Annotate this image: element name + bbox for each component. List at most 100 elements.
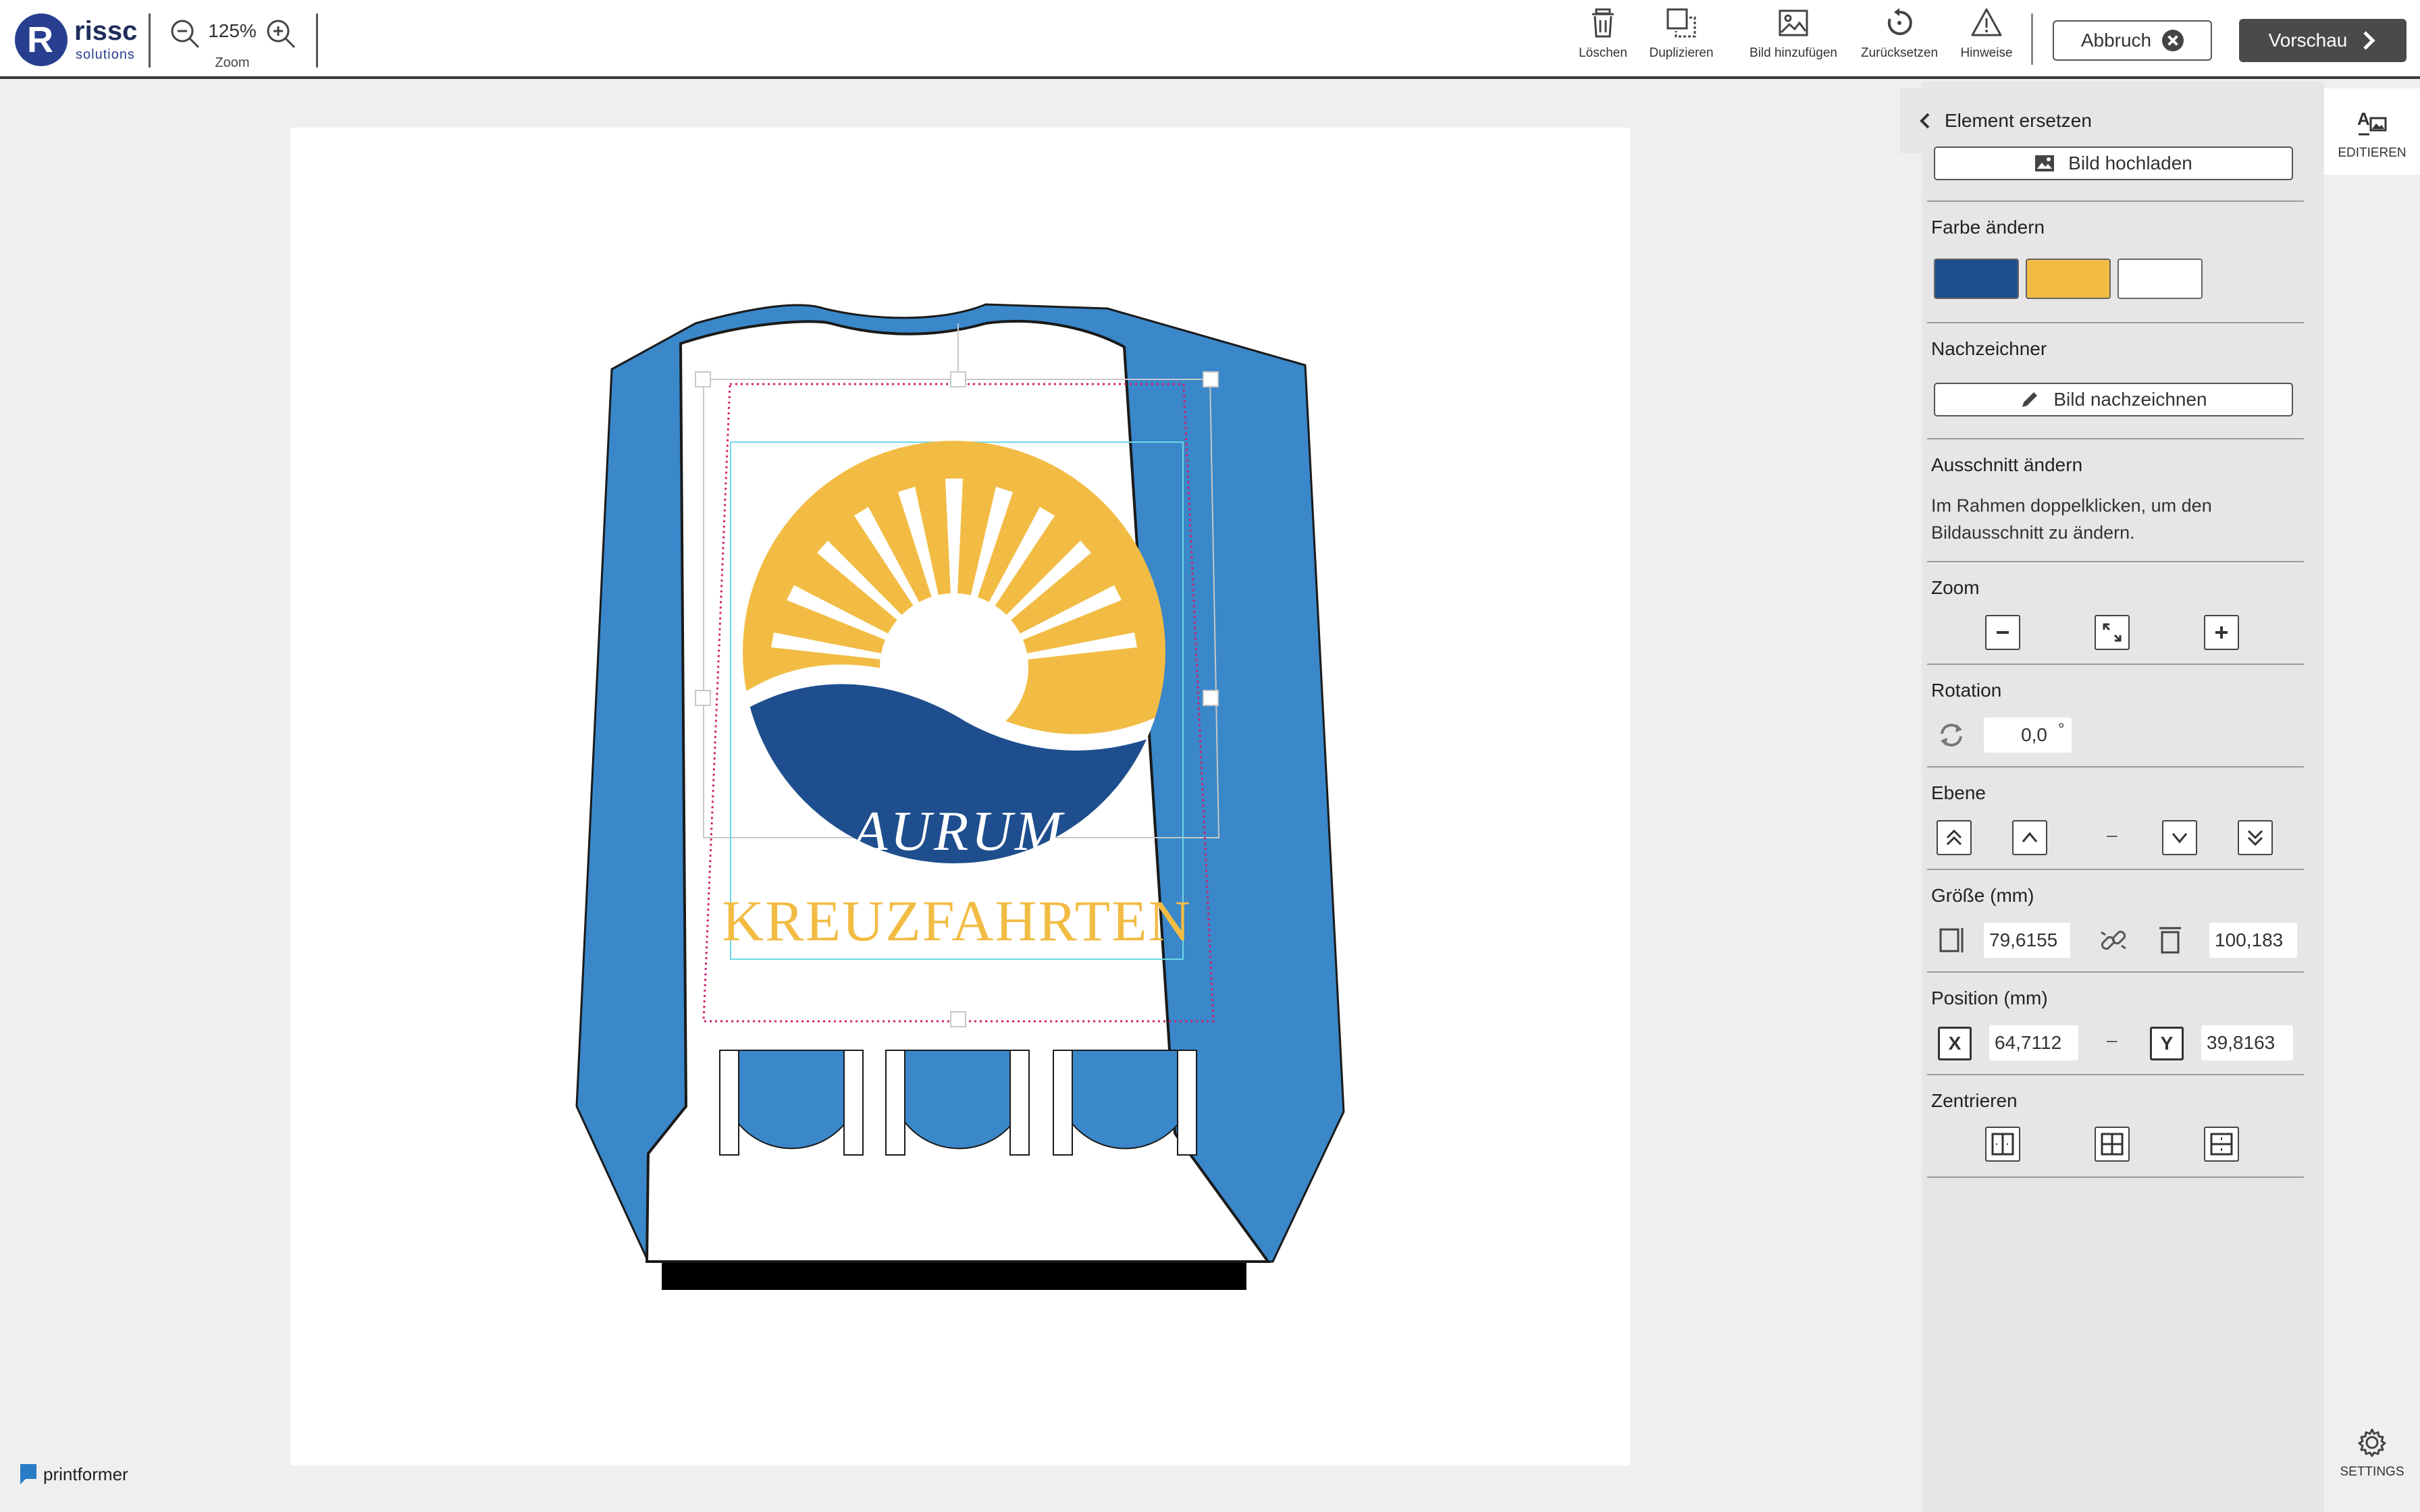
reset-icon bbox=[1887, 8, 1912, 35]
layer-section-title: Ebene bbox=[1931, 782, 1986, 803]
upload-image-label: Bild hochladen bbox=[2068, 153, 2192, 173]
delete-button[interactable]: Löschen bbox=[1571, 7, 1635, 71]
chevron-left-icon bbox=[1920, 113, 1930, 129]
printformer-icon bbox=[20, 1464, 36, 1484]
section-divider bbox=[1927, 766, 2304, 767]
center-vertical-button[interactable] bbox=[2204, 1127, 2239, 1162]
zoom-decrease-button[interactable] bbox=[1985, 615, 2020, 650]
reset-button[interactable]: Zurücksetzen bbox=[1856, 7, 1943, 71]
design-sheet[interactable]: AURUM KREUZFAHRTEN bbox=[290, 128, 1630, 1465]
retrace-section-title: Nachzeichner bbox=[1931, 338, 2047, 359]
garment-hem-band bbox=[662, 1263, 1246, 1290]
duplicate-button[interactable]: Duplizieren bbox=[1645, 7, 1718, 71]
zoom-fit-button[interactable] bbox=[2095, 615, 2130, 650]
section-divider bbox=[1927, 561, 2304, 562]
center-horizontal-button[interactable] bbox=[1985, 1127, 2020, 1162]
resize-handle bbox=[950, 1011, 966, 1027]
duplicate-label: Duplizieren bbox=[1649, 46, 1714, 60]
edit-panel: Element ersetzen Bild hochladen Farbe än… bbox=[1900, 82, 2324, 1512]
zoom-out-button[interactable] bbox=[167, 16, 203, 51]
resize-handle bbox=[695, 371, 711, 387]
section-divider bbox=[1927, 1177, 2304, 1178]
color-swatch-white[interactable] bbox=[2118, 259, 2203, 299]
center-both-button[interactable] bbox=[2095, 1127, 2130, 1162]
chain-link-broken-icon bbox=[2101, 930, 2126, 950]
preview-button[interactable]: Vorschau bbox=[2239, 19, 2406, 62]
zoom-value: 125% bbox=[208, 20, 257, 41]
logo-word: AURUM bbox=[849, 800, 1065, 863]
center-section-title: Zentrieren bbox=[1931, 1090, 2018, 1111]
hints-label: Hinweise bbox=[1960, 46, 2013, 60]
rotate-icon bbox=[1941, 724, 1962, 747]
logo-name: rissc bbox=[74, 16, 138, 46]
layer-separator: – bbox=[2107, 824, 2118, 845]
rotation-section-title: Rotation bbox=[1931, 680, 2002, 701]
resize-handle bbox=[1203, 371, 1219, 387]
trash-icon bbox=[1592, 8, 1614, 38]
delete-label: Löschen bbox=[1579, 46, 1627, 60]
color-swatch-yellow[interactable] bbox=[2026, 259, 2111, 299]
send-backward-button[interactable] bbox=[2162, 820, 2197, 855]
position-y-input[interactable] bbox=[2201, 1025, 2293, 1060]
preview-label: Vorschau bbox=[2268, 30, 2348, 51]
center-horizontal-icon bbox=[1991, 1133, 2014, 1156]
bring-to-front-button[interactable] bbox=[1937, 820, 1972, 855]
add-image-label: Bild hinzufügen bbox=[1750, 46, 1837, 60]
zoom-increase-button[interactable] bbox=[2204, 615, 2239, 650]
logo-subtitle: solutions bbox=[76, 47, 135, 62]
cancel-button[interactable]: Abbruch bbox=[2053, 20, 2212, 61]
position-x-input[interactable] bbox=[1989, 1025, 2078, 1060]
add-image-button[interactable]: Bild hinzufügen bbox=[1746, 7, 1841, 71]
section-divider bbox=[1927, 971, 2304, 973]
width-input[interactable] bbox=[1984, 923, 2070, 958]
settings-tab[interactable]: SETTINGS bbox=[2324, 1428, 2420, 1480]
resize-handle bbox=[950, 371, 966, 387]
retrace-image-label: Bild nachzeichnen bbox=[2053, 389, 2207, 410]
rotate-button[interactable] bbox=[1934, 718, 1969, 753]
section-divider bbox=[1927, 1074, 2304, 1075]
minus-icon bbox=[1997, 631, 2009, 634]
printformer-brand: printformer bbox=[19, 1463, 128, 1486]
top-toolbar: R rissc solutions 125% Zoom Löschen Dupl… bbox=[0, 0, 2420, 79]
color-section-title: Farbe ändern bbox=[1931, 217, 2045, 238]
resize-handle bbox=[1203, 690, 1219, 706]
canvas-workspace: AURUM KREUZFAHRTEN printformer bbox=[0, 82, 1922, 1512]
panel-header[interactable]: Element ersetzen bbox=[1900, 88, 2324, 153]
y-axis-icon: Y bbox=[2150, 1027, 2184, 1060]
chevron-right-icon bbox=[2363, 31, 2375, 50]
section-divider bbox=[1927, 869, 2304, 870]
resize-handle bbox=[695, 690, 711, 706]
edit-tab[interactable]: A EDITIEREN bbox=[2324, 88, 2420, 175]
pencil-icon bbox=[2022, 392, 2038, 407]
cancel-label: Abbruch bbox=[2080, 30, 2152, 51]
section-divider bbox=[1927, 200, 2304, 202]
bring-forward-button[interactable] bbox=[2012, 820, 2047, 855]
crop-section-title: Ausschnitt ändern bbox=[1931, 454, 2083, 475]
hints-button[interactable]: Hinweise bbox=[1954, 7, 2019, 71]
warning-icon bbox=[1971, 8, 2002, 36]
zoom-in-button[interactable] bbox=[263, 16, 298, 51]
toolbar-divider bbox=[149, 14, 151, 68]
width-icon bbox=[1939, 928, 1964, 952]
height-input[interactable] bbox=[2209, 923, 2297, 958]
x-axis-icon: X bbox=[1938, 1027, 1972, 1060]
toolbar-divider bbox=[316, 14, 318, 68]
gear-icon bbox=[2358, 1428, 2386, 1457]
send-to-back-button[interactable] bbox=[2238, 820, 2273, 855]
settings-label: SETTINGS bbox=[2340, 1465, 2404, 1479]
chevron-up-icon bbox=[2022, 832, 2038, 842]
toolbar-divider bbox=[2031, 14, 2033, 65]
upload-image-button[interactable]: Bild hochladen bbox=[1934, 146, 2293, 180]
garment-artwork: AURUM KREUZFAHRTEN bbox=[575, 303, 1345, 1290]
color-swatch-blue[interactable] bbox=[1934, 259, 2019, 299]
panel-title: Element ersetzen bbox=[1945, 110, 2092, 131]
center-both-icon bbox=[2101, 1133, 2124, 1156]
garment-pockets bbox=[722, 1050, 1195, 1150]
position-separator: – bbox=[2107, 1029, 2118, 1050]
zoom-control: 125% Zoom bbox=[165, 14, 300, 74]
zoom-out-icon bbox=[171, 20, 200, 49]
reset-label: Zurücksetzen bbox=[1860, 46, 1939, 60]
aspect-lock-button[interactable] bbox=[2096, 923, 2131, 958]
logo-subword: KREUZFAHRTEN bbox=[722, 888, 1192, 953]
retrace-image-button[interactable]: Bild nachzeichnen bbox=[1934, 383, 2293, 416]
